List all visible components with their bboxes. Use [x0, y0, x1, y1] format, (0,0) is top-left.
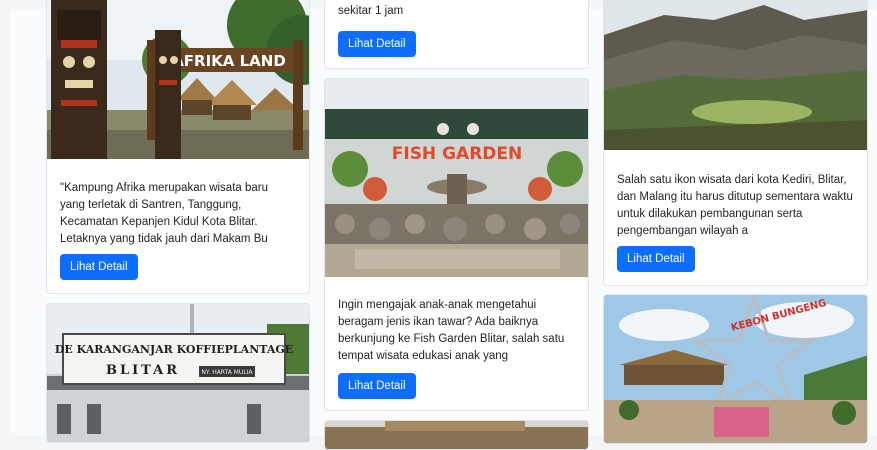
card-image-karanganjar[interactable]: DE KARANGANJAR KOFFIEPLANTAGE BLITAR NY.…: [47, 304, 309, 442]
card-image-kelud[interactable]: [604, 0, 867, 150]
lihat-detail-button[interactable]: Lihat Detail: [617, 246, 695, 272]
fish-garden-sign: FISH GARDEN: [392, 144, 522, 164]
karanganjar-sign-line2: BLITAR: [106, 363, 180, 378]
card-top-cut: sekitar 1 jam Lihat Detail: [324, 0, 589, 69]
card-kebon-bunga: KEBON BUNGENG: [603, 294, 868, 444]
karanganjar-sign-line1: DE KARANGANJAR KOFFIEPLANTAGE: [55, 343, 293, 356]
card-image-kampung-afrika[interactable]: AFRIKA LAND: [47, 0, 309, 159]
card-bottom-partial: [324, 420, 589, 450]
card-fish-garden: FISH GARDEN Ingin mengajak anak-anak men…: [324, 78, 589, 411]
karanganjar-sign-small: NY. HARTA MULIA: [201, 369, 253, 376]
card-karanganjar: DE KARANGANJAR KOFFIEPLANTAGE BLITAR NY.…: [46, 303, 310, 443]
lihat-detail-button[interactable]: Lihat Detail: [338, 31, 416, 57]
card-description: "Kampung Afrika merupakan wisata baru ya…: [60, 182, 268, 245]
card-description: sekitar 1 jam: [338, 5, 404, 17]
card-image-fish-garden[interactable]: FISH GARDEN: [325, 79, 588, 277]
afrika-land-sign: AFRIKA LAND: [172, 52, 286, 70]
lihat-detail-button[interactable]: Lihat Detail: [60, 254, 138, 280]
card-kelud: Salah satu ikon wisata dari kota Kediri,…: [603, 0, 868, 286]
card-kampung-afrika: AFRIKA LAND "Kampung Afrika merupakan wi…: [46, 0, 310, 294]
lihat-detail-button[interactable]: Lihat Detail: [338, 373, 416, 399]
card-description: Salah satu ikon wisata dari kota Kediri,…: [617, 174, 853, 237]
card-description: Ingin mengajak anak-anak mengetahui bera…: [338, 299, 565, 362]
card-image-kebon-bunga[interactable]: KEBON BUNGENG: [604, 295, 867, 443]
